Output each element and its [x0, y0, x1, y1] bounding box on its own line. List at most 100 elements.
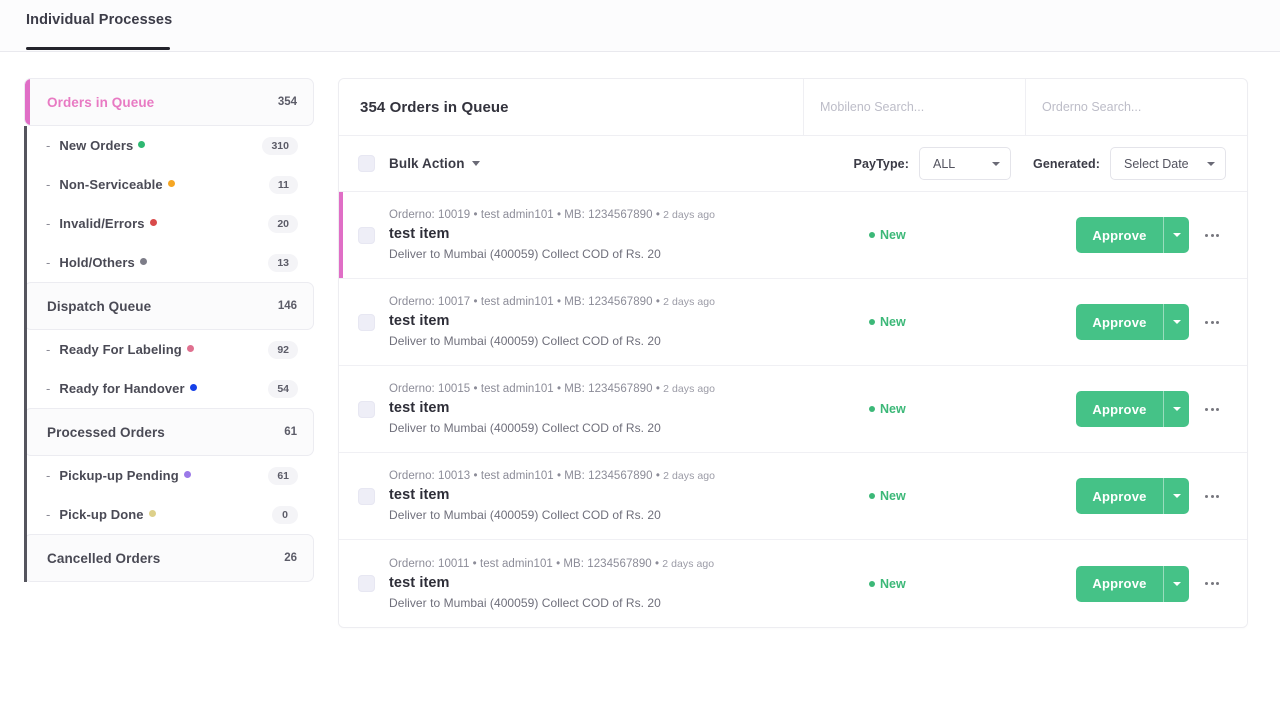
sidebar-item-count: 13 [268, 254, 298, 272]
paytype-value: ALL [933, 157, 955, 171]
approve-button[interactable]: Approve [1076, 304, 1163, 340]
order-delivery-text: Deliver to Mumbai (400059) Collect COD o… [389, 596, 869, 610]
approve-button[interactable]: Approve [1076, 217, 1163, 253]
order-more-menu-button[interactable] [1198, 495, 1226, 498]
panel-title: 354 Orders in Queue [339, 79, 803, 135]
order-time-ago: 2 days ago [663, 383, 715, 395]
approve-button-group: Approve [1076, 217, 1189, 253]
dash-icon: - [46, 138, 50, 153]
order-meta: Orderno: 10013 • test admin101 • MB: 123… [389, 470, 869, 482]
order-meta-text: Orderno: 10011 • test admin101 • MB: 123… [389, 558, 662, 570]
kebab-dot-icon [1211, 408, 1214, 411]
bulk-action-label: Bulk Action [389, 156, 465, 171]
order-more-menu-button[interactable] [1198, 234, 1226, 237]
sidebar-group-orders-in-queue[interactable]: Orders in Queue354 [24, 78, 314, 126]
order-row[interactable]: Orderno: 10019 • test admin101 • MB: 123… [339, 192, 1247, 279]
paytype-select[interactable]: ALL [919, 147, 1011, 180]
generated-value: Select Date [1124, 157, 1189, 171]
sidebar-item-new-orders[interactable]: -New Orders 310 [24, 126, 314, 165]
sidebar-item-hold-others[interactable]: -Hold/Others13 [24, 243, 314, 282]
order-row-checkbox[interactable] [358, 575, 375, 592]
kebab-dot-icon [1216, 408, 1219, 411]
approve-button[interactable]: Approve [1076, 391, 1163, 427]
mobileno-search-input[interactable] [818, 99, 1025, 115]
bulk-action-dropdown[interactable]: Bulk Action [389, 156, 480, 171]
order-meta: Orderno: 10011 • test admin101 • MB: 123… [389, 558, 869, 570]
status-dot-icon [869, 581, 875, 587]
orderno-search-input[interactable] [1040, 99, 1247, 115]
sidebar-item-pick-up-done[interactable]: -Pick-up Done0 [24, 495, 314, 534]
order-status-badge: New [869, 577, 1019, 591]
order-info: Orderno: 10015 • test admin101 • MB: 123… [389, 383, 869, 435]
sidebar-group-cancelled-orders[interactable]: Cancelled Orders26 [24, 534, 314, 582]
sidebar-group-count: 26 [284, 552, 297, 564]
order-row-checkbox[interactable] [358, 227, 375, 244]
sidebar-group-label: Cancelled Orders [47, 551, 284, 566]
sidebar-subgroup: -Pickup-up Pending61-Pick-up Done0 [24, 456, 314, 534]
approve-button-group: Approve [1076, 391, 1189, 427]
order-more-menu-button[interactable] [1198, 408, 1226, 411]
kebab-dot-icon [1211, 234, 1214, 237]
sidebar-group-processed-orders[interactable]: Processed Orders61 [24, 408, 314, 456]
orderno-search-cell[interactable] [1025, 79, 1247, 135]
kebab-dot-icon [1205, 321, 1208, 324]
sidebar-item-ready-for-labeling[interactable]: -Ready For Labeling92 [24, 330, 314, 369]
kebab-dot-icon [1216, 495, 1219, 498]
approve-button-label: Approve [1092, 315, 1146, 330]
sidebar-item-pickup-up-pending[interactable]: -Pickup-up Pending61 [24, 456, 314, 495]
mobileno-search-cell[interactable] [803, 79, 1025, 135]
status-dot-icon [187, 345, 194, 352]
sidebar-item-ready-for-handover[interactable]: -Ready for Handover54 [24, 369, 314, 408]
approve-dropdown-toggle[interactable] [1163, 478, 1189, 514]
order-row[interactable]: Orderno: 10013 • test admin101 • MB: 123… [339, 453, 1247, 540]
status-dot-icon [184, 471, 191, 478]
order-meta: Orderno: 10015 • test admin101 • MB: 123… [389, 383, 869, 395]
sidebar-item-count: 61 [268, 467, 298, 485]
approve-button-label: Approve [1092, 402, 1146, 417]
sidebar-item-non-serviceable[interactable]: -Non-Serviceable11 [24, 165, 314, 204]
order-row[interactable]: Orderno: 10011 • test admin101 • MB: 123… [339, 540, 1247, 627]
sidebar-item-label: New Orders [59, 138, 133, 153]
orders-panel: 354 Orders in Queue Bulk Action PayType:… [338, 78, 1248, 628]
approve-dropdown-toggle[interactable] [1163, 217, 1189, 253]
order-status-label: New [880, 315, 906, 329]
sidebar-item-count: 310 [262, 137, 298, 155]
order-more-menu-button[interactable] [1198, 321, 1226, 324]
kebab-dot-icon [1211, 582, 1214, 585]
sidebar-group-label: Orders in Queue [47, 95, 278, 110]
sidebar-item-label: Ready For Labeling [59, 342, 181, 357]
order-info: Orderno: 10019 • test admin101 • MB: 123… [389, 209, 869, 261]
order-more-menu-button[interactable] [1198, 582, 1226, 585]
tab-active-underline [26, 47, 170, 50]
order-row[interactable]: Orderno: 10017 • test admin101 • MB: 123… [339, 279, 1247, 366]
order-status-badge: New [869, 228, 1019, 242]
sidebar-item-count: 54 [268, 380, 298, 398]
order-row[interactable]: Orderno: 10015 • test admin101 • MB: 123… [339, 366, 1247, 453]
sidebar-group-dispatch-queue[interactable]: Dispatch Queue146 [24, 282, 314, 330]
approve-dropdown-toggle[interactable] [1163, 566, 1189, 602]
approve-button-label: Approve [1092, 489, 1146, 504]
order-status-label: New [880, 489, 906, 503]
order-item-name: test item [389, 313, 869, 329]
select-all-checkbox[interactable] [358, 155, 375, 172]
tab-individual-processes[interactable]: Individual Processes [26, 12, 172, 40]
order-time-ago: 2 days ago [663, 296, 715, 308]
approve-button[interactable]: Approve [1076, 478, 1163, 514]
dash-icon: - [46, 255, 50, 270]
order-status-label: New [880, 577, 906, 591]
approve-dropdown-toggle[interactable] [1163, 391, 1189, 427]
order-row-checkbox[interactable] [358, 401, 375, 418]
approve-button-group: Approve [1076, 478, 1189, 514]
sidebar-item-invalid-errors[interactable]: -Invalid/Errors20 [24, 204, 314, 243]
order-row-checkbox[interactable] [358, 488, 375, 505]
approve-dropdown-toggle[interactable] [1163, 304, 1189, 340]
order-list: Orderno: 10019 • test admin101 • MB: 123… [339, 192, 1247, 627]
approve-button[interactable]: Approve [1076, 566, 1163, 602]
generated-date-select[interactable]: Select Date [1110, 147, 1226, 180]
kebab-dot-icon [1211, 321, 1214, 324]
order-status-badge: New [869, 315, 1019, 329]
order-delivery-text: Deliver to Mumbai (400059) Collect COD o… [389, 421, 869, 435]
sidebar-item-label: Non-Serviceable [59, 177, 162, 192]
app-page: Individual Processes Orders in Queue354-… [0, 0, 1280, 720]
order-row-checkbox[interactable] [358, 314, 375, 331]
